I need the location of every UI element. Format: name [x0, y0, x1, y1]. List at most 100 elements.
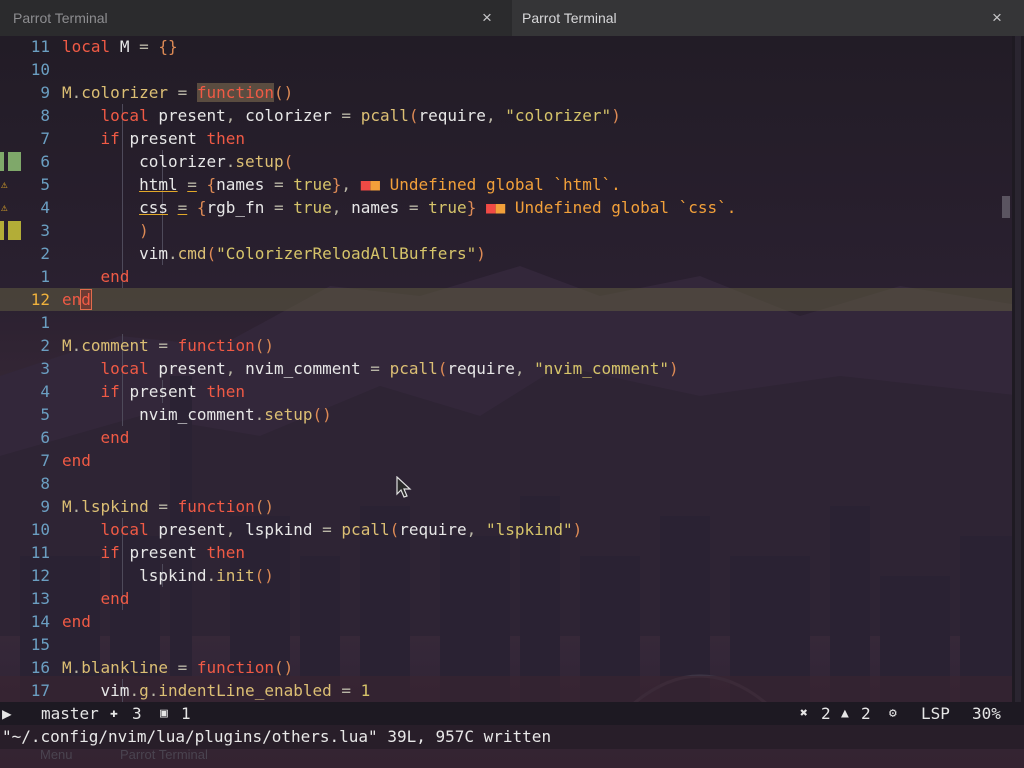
line-number: 6: [40, 152, 50, 171]
code-text[interactable]: local present, colorizer = pcall(require…: [62, 104, 621, 127]
sign-column: [0, 426, 22, 449]
editor-line[interactable]: 16 M.blankline = function(): [0, 656, 1012, 679]
editor-line[interactable]: 8 local present, colorizer = pcall(requi…: [0, 104, 1012, 127]
sign-column: [0, 403, 22, 426]
line-number: 6: [40, 428, 50, 447]
line-number: 11: [30, 37, 50, 56]
mouse-cursor-icon: [396, 476, 412, 498]
editor-line[interactable]: 4 if present then: [0, 380, 1012, 403]
editor-line[interactable]: 7 end: [0, 449, 1012, 472]
code-text[interactable]: if present then: [62, 127, 246, 150]
command-line-message: "~/.config/nvim/lua/plugins/others.lua" …: [0, 725, 1024, 749]
code-text[interactable]: ): [62, 219, 149, 242]
editor-line[interactable]: ⚠ 4 css = {rgb_fn = true, names = true} ■…: [0, 196, 1012, 219]
tab-title: Parrot Terminal: [522, 10, 617, 26]
tab-parrot-terminal-2[interactable]: Parrot Terminal ×: [512, 0, 1024, 36]
editor-line[interactable]: 3 local present, nvim_comment = pcall(re…: [0, 357, 1012, 380]
editor-line[interactable]: 17 vim.g.indentLine_enabled = 1: [0, 679, 1012, 702]
editor-line[interactable]: ⚠ 5 html = {names = true}, ■■ Undefined g…: [0, 173, 1012, 196]
git-changed-icon: ▣: [160, 706, 168, 721]
editor-line[interactable]: 5 nvim_comment.setup(): [0, 403, 1012, 426]
line-number: 7: [40, 451, 50, 470]
code-text[interactable]: nvim_comment.setup(): [62, 403, 332, 426]
line-number: 9: [40, 497, 50, 516]
code-text[interactable]: local present, lspkind = pcall(require, …: [62, 518, 583, 541]
sign-column: [0, 334, 22, 357]
sign-column: [0, 495, 22, 518]
code-text[interactable]: end: [62, 426, 130, 449]
editor-line[interactable]: 3 ): [0, 219, 1012, 242]
code-text[interactable]: colorizer.setup(: [62, 150, 293, 173]
line-number: 15: [30, 635, 50, 654]
close-icon[interactable]: ×: [992, 0, 1002, 36]
code-text[interactable]: end: [62, 610, 91, 633]
code-text[interactable]: M.lspkind = function(): [62, 495, 274, 518]
editor-line[interactable]: 1 end: [0, 265, 1012, 288]
editor-line[interactable]: 6 end: [0, 426, 1012, 449]
error-icon: ✖: [800, 706, 808, 721]
code-text[interactable]: M.colorizer = function(): [62, 81, 293, 104]
code-text[interactable]: end: [62, 265, 130, 288]
line-number: 9: [40, 83, 50, 102]
code-text[interactable]: html = {names = true}, ■■ Undefined glob…: [62, 173, 621, 196]
code-editor[interactable]: 11 local M = {} 10 9 M.colorizer = function(…: [0, 36, 1012, 702]
sign-column: ⚠: [0, 196, 22, 219]
code-text[interactable]: end: [62, 587, 130, 610]
tab-parrot-terminal-1[interactable]: Parrot Terminal ×: [0, 0, 510, 36]
sign-column: [0, 380, 22, 403]
editor-line[interactable]: 9 M.lspkind = function(): [0, 495, 1012, 518]
sign-column: [0, 587, 22, 610]
sign-column: ⚠: [0, 173, 22, 196]
sign-column: [0, 58, 22, 81]
editor-line[interactable]: 12 lspkind.init(): [0, 564, 1012, 587]
sign-column: [0, 127, 22, 150]
editor-line[interactable]: 9 M.colorizer = function(): [0, 81, 1012, 104]
line-number: 14: [30, 612, 50, 631]
code-text[interactable]: M.comment = function(): [62, 334, 274, 357]
editor-line[interactable]: 12 end: [0, 288, 1012, 311]
editor-line[interactable]: 13 end: [0, 587, 1012, 610]
editor-line[interactable]: 2 M.comment = function(): [0, 334, 1012, 357]
git-added-icon: ✚: [110, 706, 118, 721]
code-text[interactable]: local M = {}: [62, 35, 178, 58]
editor-line[interactable]: 15: [0, 633, 1012, 656]
vertical-scrollbar[interactable]: [1012, 36, 1024, 702]
line-number: 10: [30, 520, 50, 539]
code-text[interactable]: vim.cmd("ColorizerReloadAllBuffers"): [62, 242, 486, 265]
editor-line[interactable]: 2 vim.cmd("ColorizerReloadAllBuffers"): [0, 242, 1012, 265]
editor-line[interactable]: 7 if present then: [0, 127, 1012, 150]
editor-line[interactable]: 1: [0, 311, 1012, 334]
code-text[interactable]: if present then: [62, 541, 246, 564]
code-text[interactable]: css = {rgb_fn = true, names = true} ■■ U…: [62, 196, 736, 219]
editor-line[interactable]: 6 colorizer.setup(: [0, 150, 1012, 173]
warning-sign-icon: ⚠: [1, 201, 8, 214]
tab-title: Parrot Terminal: [13, 10, 108, 26]
code-text[interactable]: end: [62, 288, 92, 311]
editor-line[interactable]: 11 if present then: [0, 541, 1012, 564]
editor-line[interactable]: 11 local M = {}: [0, 35, 1012, 58]
editor-line[interactable]: 10 local present, lspkind = pcall(requir…: [0, 518, 1012, 541]
sign-column: [0, 564, 22, 587]
git-branch: master: [41, 704, 99, 723]
line-number: 3: [40, 359, 50, 378]
code-text[interactable]: vim.g.indentLine_enabled = 1: [62, 679, 371, 702]
scrollbar-thumb[interactable]: [1002, 196, 1010, 218]
code-text[interactable]: lspkind.init(): [62, 564, 274, 587]
scrollbar-track[interactable]: [1015, 36, 1021, 702]
git-changed-count: 1: [181, 704, 191, 723]
warning-sign-icon: ⚠: [1, 178, 8, 191]
sign-column: [0, 104, 22, 127]
editor-line[interactable]: 14 end: [0, 610, 1012, 633]
line-number: 5: [40, 175, 50, 194]
editor-line[interactable]: 10: [0, 58, 1012, 81]
code-text[interactable]: local present, nvim_comment = pcall(requ…: [62, 357, 679, 380]
editor-line[interactable]: 8: [0, 472, 1012, 495]
code-text[interactable]: end: [62, 449, 91, 472]
code-text[interactable]: M.blankline = function(): [62, 656, 293, 679]
close-icon[interactable]: ×: [482, 0, 492, 36]
scroll-percent: 30%: [972, 704, 1001, 723]
code-text[interactable]: if present then: [62, 380, 246, 403]
line-number: 8: [40, 474, 50, 493]
line-number: 1: [40, 267, 50, 286]
line-number: 7: [40, 129, 50, 148]
